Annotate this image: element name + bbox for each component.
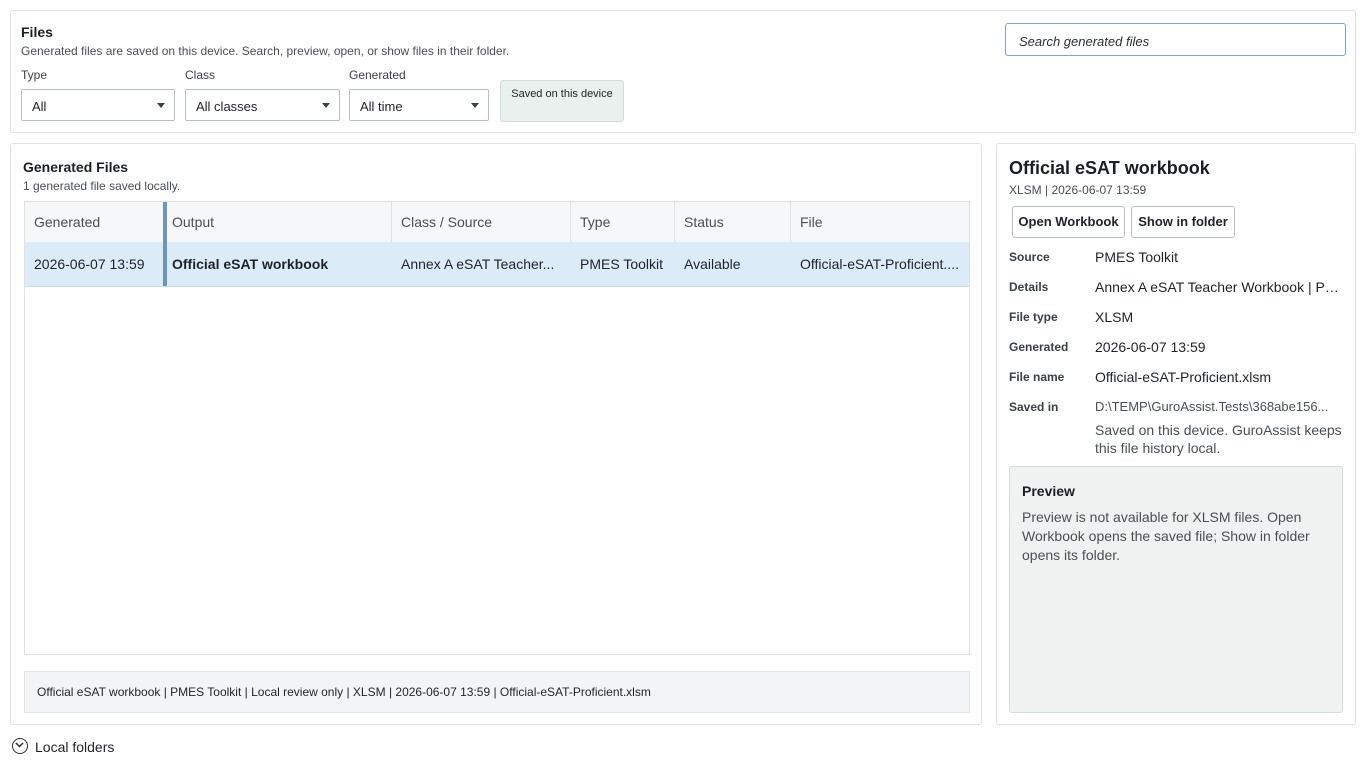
cell-type: PMES Toolkit bbox=[580, 256, 663, 272]
preview-panel: Preview Preview is not available for XLS… bbox=[1009, 466, 1343, 713]
files-header-panel: Files Generated files are saved on this … bbox=[10, 10, 1356, 133]
page-title: Files bbox=[21, 24, 53, 40]
cell-file: Official-eSAT-Proficient.... bbox=[800, 256, 959, 272]
files-table: Generated Output Class / Source Type Sta… bbox=[24, 201, 970, 655]
saved-in-path: D:\TEMP\GuroAssist.Tests\368abe156... bbox=[1095, 399, 1329, 414]
generated-value: 2026-06-07 13:59 bbox=[1095, 339, 1206, 355]
selection-summary-bar: Official eSAT workbook | PMES Toolkit | … bbox=[24, 671, 970, 713]
saved-on-device-badge: Saved on this device bbox=[500, 80, 624, 122]
class-filter-select[interactable]: All classes bbox=[185, 89, 340, 121]
cell-status: Available bbox=[684, 256, 741, 272]
generated-files-panel: Generated Files 1 generated file saved l… bbox=[10, 143, 982, 725]
detail-meta: XLSM | 2026-06-07 13:59 bbox=[1009, 183, 1147, 197]
chevron-down-icon bbox=[157, 103, 165, 108]
generated-filter-label: Generated bbox=[349, 68, 406, 82]
show-in-folder-button[interactable]: Show in folder bbox=[1131, 206, 1235, 238]
chevron-down-icon bbox=[322, 103, 330, 108]
generated-files-title: Generated Files bbox=[23, 159, 129, 175]
search-placeholder: Search generated files bbox=[1019, 34, 1150, 49]
column-resize-handle[interactable] bbox=[163, 202, 167, 286]
column-header-output[interactable]: Output bbox=[167, 202, 392, 242]
page-subtitle: Generated files are saved on this device… bbox=[21, 44, 510, 58]
details-label: Details bbox=[1009, 280, 1049, 294]
generated-label: Generated bbox=[1009, 340, 1069, 354]
file-name-label: File name bbox=[1009, 370, 1065, 384]
file-detail-panel: Official eSAT workbook XLSM | 2026-06-07… bbox=[996, 143, 1356, 725]
local-folders-label: Local folders bbox=[35, 739, 115, 755]
source-value: PMES Toolkit bbox=[1095, 249, 1178, 265]
cell-class-source: Annex A eSAT Teacher... bbox=[401, 256, 555, 272]
file-type-value: XLSM bbox=[1095, 309, 1134, 325]
column-header-generated[interactable]: Generated bbox=[25, 202, 167, 242]
details-value: Annex A eSAT Teacher Workbook | Pro... bbox=[1095, 279, 1343, 295]
type-filter-value: All bbox=[32, 99, 47, 114]
preview-text: Preview is not available for XLSM files.… bbox=[1022, 509, 1310, 563]
chevron-down-circle-icon bbox=[12, 738, 28, 754]
column-header-class-source[interactable]: Class / Source bbox=[392, 202, 571, 242]
column-header-status[interactable]: Status bbox=[675, 202, 791, 242]
file-name-value: Official-eSAT-Proficient.xlsm bbox=[1095, 369, 1272, 385]
search-input[interactable]: Search generated files bbox=[1005, 23, 1346, 56]
open-workbook-button[interactable]: Open Workbook bbox=[1012, 206, 1125, 238]
type-filter-select[interactable]: All bbox=[21, 89, 175, 121]
source-label: Source bbox=[1009, 250, 1050, 264]
type-filter-label: Type bbox=[21, 68, 48, 82]
class-filter-value: All classes bbox=[196, 99, 258, 114]
cell-generated: 2026-06-07 13:59 bbox=[34, 256, 145, 272]
column-header-type[interactable]: Type bbox=[571, 202, 675, 242]
saved-note: Saved on this device. GuroAssist keeps t… bbox=[1095, 422, 1342, 456]
saved-in-label: Saved in bbox=[1009, 400, 1059, 414]
file-type-label: File type bbox=[1009, 310, 1058, 324]
generated-files-count: 1 generated file saved locally. bbox=[23, 179, 181, 193]
cell-output: Official eSAT workbook bbox=[172, 256, 329, 272]
column-header-file[interactable]: File bbox=[791, 202, 969, 242]
chevron-down-icon bbox=[471, 103, 479, 108]
generated-filter-select[interactable]: All time bbox=[349, 89, 489, 121]
class-filter-label: Class bbox=[185, 68, 216, 82]
generated-filter-value: All time bbox=[360, 99, 403, 114]
preview-heading: Preview bbox=[1022, 483, 1075, 499]
detail-title: Official eSAT workbook bbox=[1009, 158, 1210, 178]
